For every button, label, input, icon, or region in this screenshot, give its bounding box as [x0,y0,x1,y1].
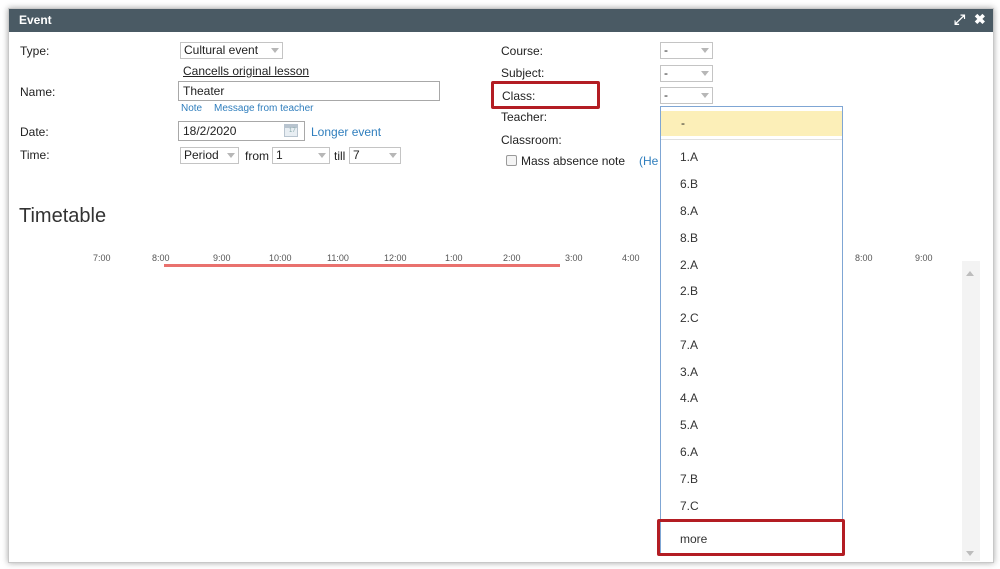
from-label: from [245,149,269,163]
time-mode-value: Period [184,148,219,162]
type-select[interactable]: Cultural event [180,42,283,59]
dropdown-option-selected[interactable]: - [661,111,842,136]
mass-absence-label: Mass absence note [521,154,626,168]
subject-select[interactable]: - [660,65,713,82]
dropdown-divider [661,139,842,140]
time-tick: 8:00 [152,253,170,263]
time-tick: 4:00 [622,253,640,263]
scroll-down-icon[interactable] [966,551,974,556]
title-bar[interactable]: Event ⤢ ✖ [9,9,993,32]
course-label: Course: [501,44,544,58]
dropdown-option[interactable]: 1.A [680,150,698,164]
chevron-down-icon [701,93,709,98]
dropdown-option[interactable]: 7.C [680,499,699,513]
course-select[interactable]: - [660,42,713,59]
date-label: Date: [20,125,49,139]
till-select-value: 7 [353,148,360,162]
mass-absence-checkbox[interactable] [506,155,517,166]
dialog-title: Event [19,13,52,27]
resize-icon[interactable]: ⤢ [954,11,965,28]
scroll-up-icon[interactable] [966,271,974,276]
dropdown-option[interactable]: 2.A [680,258,698,272]
event-timeline-bar [164,264,560,267]
till-label: till [334,149,346,163]
dropdown-option[interactable]: 6.A [680,445,698,459]
dropdown-option[interactable]: 7.B [680,472,698,486]
class-select[interactable]: - [660,87,713,104]
time-tick: 12:00 [384,253,407,263]
time-tick: 9:00 [915,253,933,263]
event-dialog: Event ⤢ ✖ Type: Cultural event Cancells … [8,8,994,563]
dropdown-option[interactable]: 8.A [680,204,698,218]
teacher-label: Teacher: [501,110,548,124]
classroom-label: Classroom: [501,133,562,147]
longer-event-link[interactable]: Longer event [311,125,381,139]
timetable-scrollbar[interactable] [962,261,980,561]
calendar-icon[interactable]: 17 [284,124,298,137]
course-select-value: - [664,43,668,57]
time-tick: 2:00 [503,253,521,263]
chevron-down-icon [271,48,279,53]
from-select-value: 1 [276,148,283,162]
subject-label: Subject: [501,66,545,80]
name-input[interactable]: Theater [178,81,440,101]
till-select[interactable]: 7 [349,147,401,164]
time-tick: 9:00 [213,253,231,263]
dropdown-option[interactable]: 4.A [680,391,698,405]
cancels-original-lesson-link[interactable]: Cancells original lesson [183,64,309,78]
from-select[interactable]: 1 [272,147,330,164]
class-highlight-box [491,81,600,109]
dropdown-option[interactable]: 6.B [680,177,698,191]
class-dropdown-list[interactable]: - 1.A 6.B 8.A 8.B 2.A 2.B 2.C 7.A 3.A 4.… [660,106,843,556]
timetable-heading: Timetable [19,205,107,227]
dropdown-option[interactable]: 2.B [680,284,698,298]
date-input-value: 18/2/2020 [183,124,237,138]
time-label: Time: [20,148,50,162]
dropdown-option[interactable]: 5.A [680,418,698,432]
subject-select-value: - [664,66,668,80]
time-tick: 1:00 [445,253,463,263]
dropdown-option-label: - [681,116,685,130]
message-from-teacher-link[interactable]: Message from teacher [214,103,314,114]
time-tick: 3:00 [565,253,583,263]
class-select-value: - [664,88,668,102]
chevron-down-icon [318,153,326,158]
chevron-down-icon [701,48,709,53]
chevron-down-icon [389,153,397,158]
dropdown-option[interactable]: 8.B [680,231,698,245]
dropdown-option[interactable]: 2.C [680,311,699,325]
dropdown-option[interactable]: 7.A [680,338,698,352]
time-tick: 7:00 [93,253,111,263]
more-highlight-box [657,519,845,556]
time-tick: 10:00 [269,253,292,263]
type-select-value: Cultural event [184,43,259,57]
time-mode-select[interactable]: Period [180,147,239,164]
help-link[interactable]: (He [639,154,658,168]
chevron-down-icon [701,71,709,76]
time-tick: 8:00 [855,253,873,263]
type-label: Type: [20,44,50,58]
close-icon[interactable]: ✖ [974,11,986,28]
dropdown-option[interactable]: 3.A [680,365,698,379]
name-input-value: Theater [183,84,225,98]
name-label: Name: [20,85,56,99]
note-link[interactable]: Note [181,103,202,114]
time-tick: 11:00 [327,253,349,263]
chevron-down-icon [227,153,235,158]
